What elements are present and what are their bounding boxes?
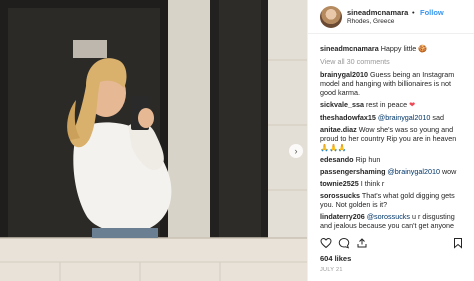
post-header: sineadmcnamara • Follow Rhodes, Greece: [308, 0, 474, 34]
comment-username[interactable]: brainygal2010: [320, 70, 368, 79]
comment-item: brainygal2010 Guess being an Instagram: [320, 70, 470, 79]
comment-username[interactable]: sickvale_ssa: [320, 100, 364, 109]
comment-text-line: and jealous because you can't get anyone: [320, 221, 455, 230]
cookie-emoji-icon: 🍪: [418, 44, 428, 53]
comment-text-line: model and hanging with billionaires is n…: [320, 79, 452, 88]
comment-item: sickvale_ssa rest in peace ❤: [320, 100, 470, 109]
avatar[interactable]: [320, 6, 342, 28]
bookmark-icon[interactable]: [452, 237, 464, 249]
caption: sineadmcnamara Happy little 🍪: [320, 44, 470, 53]
mirror-selfie-image: [0, 0, 307, 281]
comment-item: lindaterry206 @sorossucks u r disgusting: [320, 212, 470, 221]
comments-list: sineadmcnamara Happy little 🍪 View all 3…: [308, 40, 474, 236]
header-username[interactable]: sineadmcnamara: [347, 8, 408, 17]
comment-mention[interactable]: @brainygal2010: [388, 167, 440, 176]
view-all-comments-link[interactable]: View all 30 comments: [320, 57, 390, 66]
comment-item: townie2525 I think r: [320, 179, 470, 188]
comment-mention[interactable]: @sorossucks: [367, 212, 410, 221]
clapping-hands-emoji-icon: 🙏🙏🙏: [320, 143, 347, 152]
caption-username[interactable]: sineadmcnamara: [320, 44, 379, 53]
comment-username[interactable]: lindaterry206: [320, 212, 365, 221]
comment-username[interactable]: passengershaming: [320, 167, 386, 176]
comment-username[interactable]: theshadowfax15: [320, 113, 376, 122]
location-link[interactable]: Rhodes, Greece: [347, 18, 394, 25]
comment-text: Rip hun: [355, 155, 381, 164]
comment-username[interactable]: anitae.diaz: [320, 125, 357, 134]
likes-count[interactable]: 604 likes: [320, 254, 351, 263]
comment-text-line: you. Not golden is it?: [320, 200, 388, 209]
comment-text: Guess being an Instagram: [369, 70, 455, 79]
action-bar: [308, 237, 474, 251]
header-separator: •: [412, 8, 415, 17]
chevron-right-icon: ›: [294, 145, 298, 156]
heart-emoji-icon: ❤: [409, 100, 416, 109]
follow-button[interactable]: Follow: [420, 8, 444, 17]
comment-text: That's what gold digging gets: [361, 191, 455, 200]
comment-item: sorossucks That's what gold digging gets: [320, 191, 470, 200]
comment-text: rest in peace: [365, 100, 408, 109]
comment-username[interactable]: edesando: [320, 155, 354, 164]
comment-item: theshadowfax15 @brainygal2010 sad: [320, 113, 470, 122]
comment-text: Wow she's was so young and: [358, 125, 454, 134]
post-side-panel: sineadmcnamara • Follow Rhodes, Greece s…: [307, 0, 474, 281]
next-photo-button[interactable]: ›: [289, 144, 303, 158]
comment-text: u r disgusting: [412, 212, 455, 221]
comment-username[interactable]: townie2525: [320, 179, 359, 188]
comment-text-line: good karma.: [320, 88, 360, 97]
comment-mention[interactable]: @brainygal2010: [378, 113, 430, 122]
heart-outline-icon[interactable]: [320, 237, 332, 249]
instagram-post: › sineadmcnamara • Follow Rhodes, Greece…: [0, 0, 474, 281]
comment-username[interactable]: sorossucks: [320, 191, 360, 200]
comment-item: anitae.diaz Wow she's was so young and: [320, 125, 470, 134]
comment-text: I think r: [360, 179, 385, 188]
comment-text: wow: [441, 167, 457, 176]
comment-text: sad: [432, 113, 444, 122]
comment-bubble-icon[interactable]: [338, 237, 350, 249]
caption-text: Happy little: [380, 44, 417, 53]
share-arrow-icon[interactable]: [356, 237, 368, 249]
comment-item: edesando Rip hun: [320, 155, 470, 164]
post-date: JULY 21: [320, 267, 343, 273]
post-photo[interactable]: ›: [0, 0, 307, 281]
comment-text-line: proud to her country Rip you are in heav…: [320, 134, 457, 143]
comment-item: passengershaming @brainygal2010 wow: [320, 167, 470, 176]
